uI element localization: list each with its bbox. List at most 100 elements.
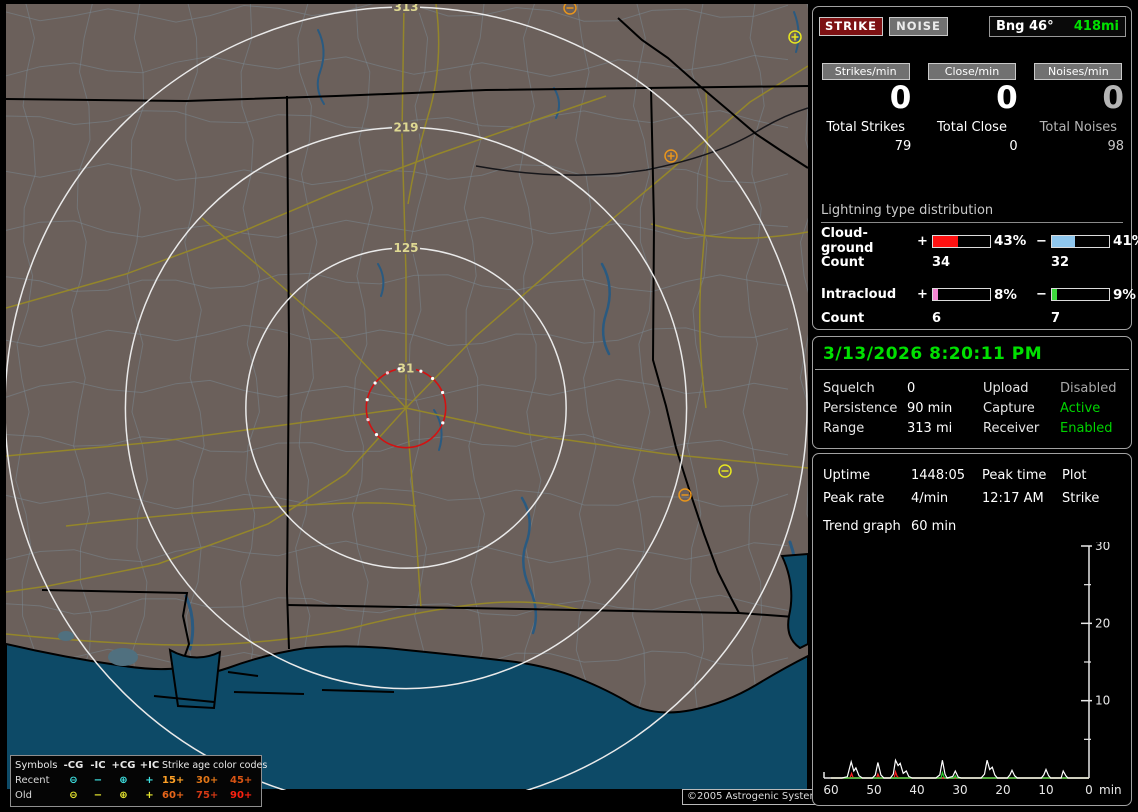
noise-dot [441, 421, 445, 425]
intracloud-row: Intracloud + 8% − 9% [821, 282, 1136, 307]
legend-recent-label: Recent [15, 775, 50, 786]
squelch-label: Squelch [823, 381, 875, 396]
cg-positive-pct: 43% [994, 233, 1027, 249]
age-75: 75+ [196, 790, 219, 801]
x-axis-unit: min [1099, 783, 1122, 797]
noise-dot [397, 367, 401, 371]
noise-mode-button[interactable]: NOISE [889, 17, 948, 36]
noises-column: Noises/min 0 Total Noises 98 [1030, 63, 1127, 154]
y-tick-label: 10 [1095, 694, 1110, 708]
uptime-value: 1448:05 [911, 468, 966, 483]
age-90: 90+ [230, 790, 253, 801]
total-noises-label: Total Noises [1039, 120, 1117, 135]
cloud-ground-row: Cloud-ground + 43% − 41% [821, 226, 1138, 256]
minus-sign: − [1036, 233, 1047, 249]
peak-rate-row: Peak rate 4/min 12:17 AM Strike [823, 487, 1131, 510]
noise-dot [373, 381, 377, 385]
map-legend: Symbols -CG -IC +CG +IC Strike age color… [10, 755, 267, 807]
age-15: 15+ [162, 775, 185, 786]
legend-col-pos-cg: +CG [111, 760, 136, 771]
plot-mode-value: Strike [1062, 491, 1100, 506]
strikes-column: Strikes/min 0 Total Strikes 79 [817, 63, 914, 154]
legend-old-row: Old ⊖ − ⊕ + 60+ 75+ 90+ [15, 788, 258, 803]
total-strikes-label: Total Strikes [826, 120, 905, 135]
range-value: 313 mi [907, 421, 953, 436]
noise-dot [365, 398, 369, 402]
cg-positive-count: 34 [932, 254, 951, 270]
total-strikes-value: 79 [894, 139, 912, 154]
noise-dot [366, 418, 370, 422]
legend-symbols-title: Symbols [15, 760, 58, 771]
peak-rate-label: Peak rate [823, 491, 885, 506]
strikes-per-min-button[interactable]: Strikes/min [821, 63, 910, 80]
neg-cg-recent-icon: ⊖ [69, 775, 78, 786]
pos-ic-old-icon: + [145, 790, 154, 801]
age-30: 30+ [196, 775, 219, 786]
capture-label: Capture [983, 401, 1035, 416]
noises-rate-value: 0 [1102, 80, 1124, 116]
cg-negative-bar-fill [1052, 235, 1076, 247]
close-per-min-button[interactable]: Close/min [927, 63, 1016, 80]
range-ring-label: 125 [393, 241, 418, 255]
trend-series-total-strikes [831, 758, 1089, 779]
legend-col-pos-ic: +IC [139, 760, 160, 771]
pos-ic-recent-icon: + [145, 775, 154, 786]
intracloud-label: Intracloud [821, 287, 897, 302]
noise-dot [441, 390, 445, 395]
close-column: Close/min 0 Total Close 0 [923, 63, 1020, 154]
minus-sign: − [1036, 287, 1047, 302]
persistence-value: 90 min [907, 401, 953, 416]
mode-toolbar: STRIKE NOISE Bng 46° 418mi [819, 16, 1126, 37]
close-rate-value: 0 [996, 80, 1018, 116]
ic-negative-count: 7 [1051, 310, 1061, 326]
noise-dot [431, 376, 435, 381]
neg-ic-recent-icon: − [93, 775, 103, 786]
x-tick-label: 30 [952, 783, 967, 797]
copyright-notice: ©2005 Astrogenic Systems [682, 789, 830, 805]
pos-cg-old-icon: ⊕ [119, 790, 128, 801]
cg-negative-pct: 41% [1113, 233, 1138, 249]
distribution-title: Lightning type distribution [821, 203, 1123, 223]
total-close-label: Total Close [937, 120, 1007, 135]
range-ring-label: 313 [393, 4, 418, 14]
x-tick-label: 60 [823, 783, 838, 797]
receiver-label: Receiver [983, 421, 1040, 436]
ic-positive-count: 6 [932, 310, 942, 326]
receiver-status: Enabled [1060, 421, 1113, 436]
cg-positive-bar [932, 234, 991, 248]
peak-time-label: Peak time [982, 468, 1047, 483]
status-row-persistence: Persistence 90 min Capture Active [823, 399, 1131, 419]
legend-header-row: Symbols -CG -IC +CG +IC Strike age color… [15, 758, 267, 773]
strike-stats-panel: STRIKE NOISE Bng 46° 418mi Strikes/min 0… [812, 6, 1138, 330]
plot-label: Plot [1062, 468, 1087, 483]
uptime-trend-panel: Uptime 1448:05 Peak time Plot Peak rate … [812, 453, 1132, 806]
y-tick-label: 30 [1095, 542, 1110, 553]
cg-positive-bar-fill [933, 235, 958, 247]
lake [58, 631, 74, 641]
strike-mode-button[interactable]: STRIKE [819, 17, 883, 36]
noises-per-min-button[interactable]: Noises/min [1034, 63, 1123, 80]
bearing-value: Bng 46° [996, 19, 1054, 34]
strikes-rate-value: 0 [889, 80, 912, 116]
count-label: Count [821, 310, 865, 326]
ic-positive-pct: 8% [994, 286, 1017, 303]
total-noises-value: 98 [1107, 139, 1124, 154]
age-45: 45+ [230, 775, 253, 786]
trend-graph-row: Trend graph 60 min [813, 510, 1131, 536]
plus-sign: + [917, 287, 928, 302]
age-60: 60+ [162, 790, 185, 801]
legend-col-neg-ic: -IC [90, 760, 106, 771]
neg-ic-old-icon: − [93, 790, 103, 801]
status-row-squelch: Squelch 0 Upload Disabled [823, 379, 1131, 399]
cloud-ground-count-row: Count 34 32 [821, 251, 1123, 273]
map-canvas[interactable]: 31321912531 [6, 4, 808, 790]
lake [108, 648, 138, 666]
lightning-map[interactable]: 313 219 125 31 [6, 4, 808, 790]
total-close-value: 0 [1009, 139, 1018, 154]
x-tick-label: 40 [909, 783, 924, 797]
x-tick-label: 20 [995, 783, 1010, 797]
datetime-display: 3/13/2026 8:20:11 PM [815, 337, 1129, 370]
ic-negative-bar-fill [1052, 289, 1058, 300]
status-row-range: Range 313 mi Receiver Enabled [823, 419, 1131, 439]
ic-positive-bar [932, 288, 991, 301]
